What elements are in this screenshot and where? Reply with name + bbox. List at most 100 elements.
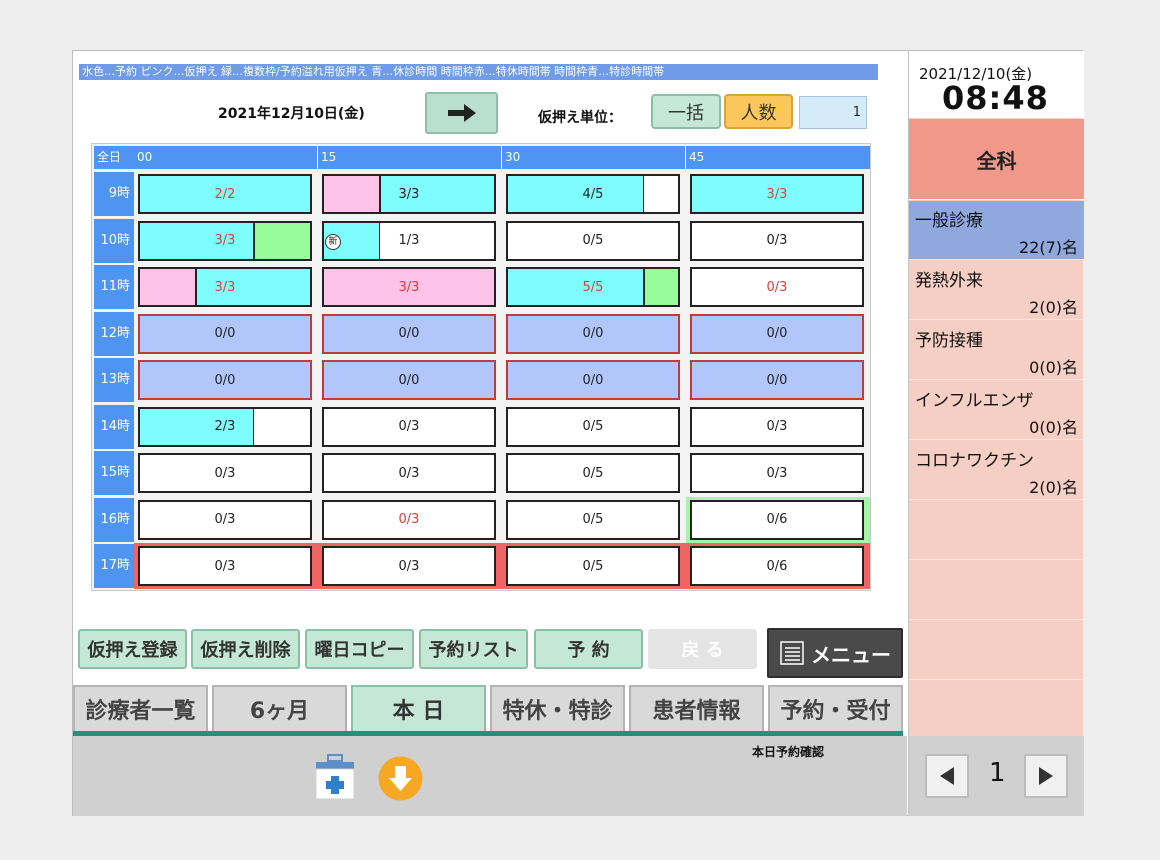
tab-special-days[interactable]: 特休・特診	[490, 685, 625, 731]
timeslot-cell[interactable]: 0/3	[138, 499, 312, 540]
timeslot-cell[interactable]: 0/3	[322, 453, 496, 493]
slot-count: 0/0	[214, 326, 236, 341]
timeslot-cell[interactable]: 0/0	[690, 313, 864, 354]
grid-corner-label: 全日	[94, 146, 134, 169]
timeslot-cell[interactable]: 0/3	[322, 406, 496, 447]
download-arrow-icon[interactable]	[378, 756, 423, 801]
timeslot-cell[interactable]: 5/5	[506, 267, 680, 307]
timeslot-cell[interactable]: 0/5	[506, 546, 680, 586]
clinic-item[interactable]: インフルエンザ 0(0)名	[909, 381, 1084, 440]
timeslot-cell[interactable]: 0/3	[138, 453, 312, 493]
timeslot-cell[interactable]: 0/0	[138, 360, 312, 400]
department-all[interactable]: 全科	[909, 119, 1084, 200]
clinic-item[interactable]: コロナワクチン 2(0)名	[909, 441, 1084, 500]
slot-count: 4/5	[582, 186, 604, 202]
headcount-unit-button[interactable]: 人数	[724, 94, 793, 129]
menu-list-icon	[780, 641, 804, 665]
tab-six-months[interactable]: 6ヶ月	[212, 685, 347, 731]
next-page-button[interactable]	[1024, 754, 1068, 798]
clinic-slot-empty	[909, 681, 1084, 740]
clinic-item[interactable]: 発熱外来 2(0)名	[909, 261, 1084, 320]
clinic-name: コロナワクチン	[915, 451, 1034, 471]
clinic-slot-empty	[909, 621, 1084, 680]
tab-patient-info[interactable]: 患者情報	[629, 685, 764, 731]
timeslot-cell[interactable]: 0/5	[506, 220, 680, 261]
bulk-unit-button[interactable]: 一括	[651, 94, 721, 129]
slot-count: 3/3	[398, 186, 420, 202]
clock: 2021/12/10(金) 08:48	[909, 51, 1084, 118]
prev-page-button[interactable]	[925, 754, 969, 798]
clinic-count: 0(0)名	[1029, 418, 1078, 437]
tab-reception[interactable]: 予約・受付	[768, 685, 903, 731]
clinic-slot-empty	[909, 501, 1084, 560]
timeslot-cell[interactable]: 3/3	[690, 174, 864, 214]
arrow-right-icon	[447, 104, 476, 122]
column-header-30: 30	[502, 146, 685, 169]
tab-practitioner-list[interactable]: 診療者一覧	[73, 685, 208, 731]
reservation-list-button[interactable]: 予約リスト	[419, 629, 528, 669]
timeslot-cell[interactable]: 0/3	[690, 220, 864, 261]
menu-button-label: メニュー	[811, 642, 891, 667]
timeslot-cell[interactable]: 0/6	[690, 546, 864, 586]
timeslot-cell[interactable]: 新 1/3	[322, 220, 496, 261]
reserve-button[interactable]: 予 約	[534, 629, 643, 669]
timeslot-cell[interactable]: 0/3	[322, 546, 496, 586]
timeslot-cell[interactable]: 3/3	[322, 174, 496, 214]
clinic-count: 0(0)名	[1029, 358, 1078, 377]
timeslot-cell[interactable]: 0/0	[506, 313, 680, 354]
timeslot-cell[interactable]: 4/5	[506, 174, 680, 214]
menu-button[interactable]: メニュー	[767, 628, 903, 678]
clinic-name: 発熱外来	[915, 271, 983, 291]
slot-count: 0/5	[582, 419, 604, 434]
timeslot-cell[interactable]: 3/3	[138, 220, 312, 261]
timeslot-cell[interactable]: 3/3	[138, 267, 312, 307]
slot-count: 2/2	[214, 186, 236, 202]
slot-count: 3/3	[766, 186, 788, 202]
clinic-item[interactable]: 予防接種 0(0)名	[909, 321, 1084, 380]
slot-count: 0/3	[214, 465, 236, 481]
hour-label: 14時	[94, 404, 134, 449]
page-number: 1	[989, 758, 1006, 788]
clinic-count: 2(0)名	[1029, 478, 1078, 497]
slot-count: 0/3	[214, 558, 236, 574]
first-aid-kit-icon[interactable]	[315, 754, 355, 800]
provisional-delete-button[interactable]: 仮押え削除	[191, 629, 300, 669]
clinic-name: 予防接種	[915, 331, 983, 351]
next-date-button[interactable]	[425, 92, 498, 134]
timeslot-cell[interactable]: 0/3	[690, 406, 864, 447]
hour-label: 12時	[94, 311, 134, 356]
timeslot-cell[interactable]: 0/3	[322, 499, 496, 540]
back-button[interactable]: 戻 る	[648, 629, 757, 669]
column-header-00: 00	[134, 146, 317, 169]
slot-count: 0/5	[582, 558, 604, 574]
selected-date: 2021年12月10日(金)	[218, 106, 365, 122]
clinic-item[interactable]: 一般診療 22(7)名	[909, 201, 1084, 260]
timeslot-cell[interactable]: 0/3	[690, 453, 864, 493]
triangle-right-icon	[1039, 767, 1053, 785]
timeslot-cell[interactable]: 0/0	[690, 360, 864, 400]
weekday-copy-button[interactable]: 曜日コピー	[305, 629, 414, 669]
timeslot-cell[interactable]: 0/3	[138, 546, 312, 586]
slot-count: 0/5	[582, 465, 604, 481]
timeslot-cell[interactable]: 0/6	[690, 499, 864, 540]
timeslot-cell[interactable]: 0/5	[506, 499, 680, 540]
timeslot-cell[interactable]: 0/5	[506, 406, 680, 447]
timeslot-cell[interactable]: 0/0	[138, 313, 312, 354]
unit-label: 仮押え単位：	[538, 110, 622, 126]
hour-label: 10時	[94, 218, 134, 263]
timeslot-cell[interactable]: 0/0	[322, 360, 496, 400]
timeslot-cell[interactable]: 3/3	[322, 267, 496, 307]
timeslot-cell[interactable]: 2/3	[138, 406, 312, 447]
timeslot-cell[interactable]: 0/3	[690, 267, 864, 307]
timeslot-cell[interactable]: 0/0	[322, 313, 496, 354]
timeslot-cell[interactable]: 0/5	[506, 453, 680, 493]
unit-count-input[interactable]: 1	[799, 96, 867, 129]
slot-count: 0/3	[398, 512, 420, 527]
timeslot-cell[interactable]: 2/2	[138, 174, 312, 214]
provisional-register-button[interactable]: 仮押え登録	[78, 629, 187, 669]
today-reservation-status: 本日予約確認	[752, 745, 825, 759]
tab-today[interactable]: 本 日	[351, 685, 486, 731]
clinic-name: インフルエンザ	[915, 391, 1034, 411]
slot-count: 0/3	[398, 558, 420, 574]
timeslot-cell[interactable]: 0/0	[506, 360, 680, 400]
